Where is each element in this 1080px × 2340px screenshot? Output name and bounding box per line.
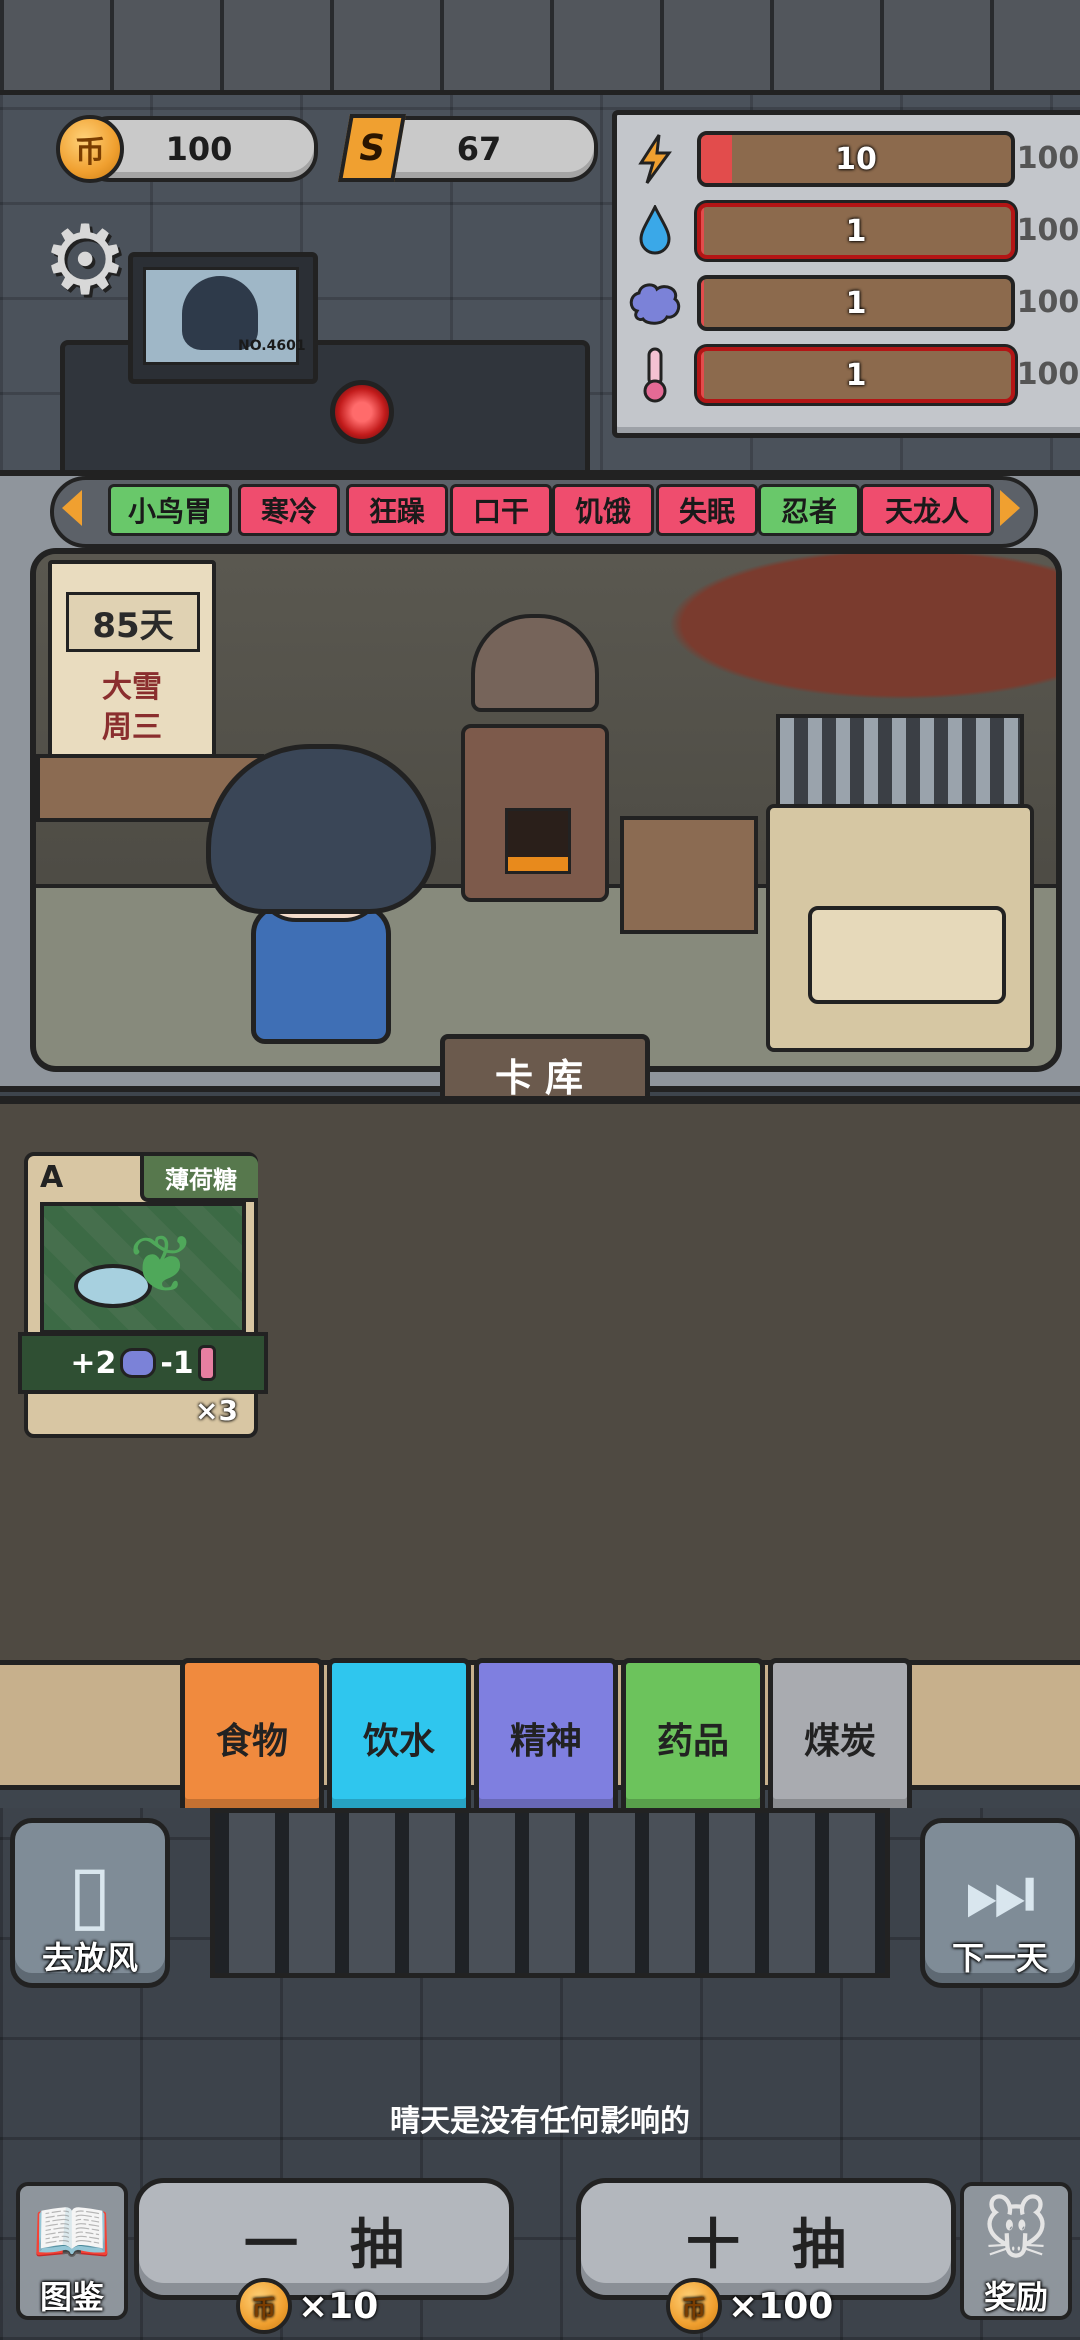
status-tag[interactable]: 失眠 <box>656 484 758 536</box>
category-food-tab[interactable]: 食物 <box>180 1658 324 1818</box>
go-out-label: 去放风 <box>41 1939 138 1977</box>
stove-body <box>461 724 609 902</box>
mind-bar: 1 <box>697 275 1015 331</box>
character-hair <box>206 744 436 914</box>
category-mind-tab[interactable]: 精神 <box>474 1658 618 1818</box>
coin-icon: 币 <box>236 2278 292 2334</box>
mint-leaf-icon: ❦ <box>128 1217 196 1311</box>
category-medicine-tab[interactable]: 药品 <box>621 1658 765 1818</box>
water-bar: 1 <box>697 203 1015 259</box>
effect-plus: +2 <box>70 1345 117 1381</box>
energy-bar: 10 <box>697 131 1015 187</box>
temperature-max: 100 <box>1016 356 1080 392</box>
card-item[interactable]: A 薄荷糖 ❦ +2 -1 ×3 <box>18 1152 268 1438</box>
energy-max: 100 <box>1016 140 1080 176</box>
thermometer-icon <box>197 1345 216 1381</box>
day-count: 85天 <box>66 592 200 652</box>
pillow <box>808 906 1006 1004</box>
stat-energy: 10 100 <box>627 127 1080 189</box>
mouse-icon: 🐭 <box>982 2195 1050 2269</box>
weather-label: 大雪 <box>102 670 162 705</box>
draw-one-cost-value: ×10 <box>298 2285 379 2327</box>
settings-gear-icon[interactable]: ⚙ <box>40 204 130 316</box>
temperature-value: 1 <box>845 357 867 393</box>
weather-hint: 晴天是没有任何影响的 <box>390 2104 690 2139</box>
water-max: 100 <box>1016 212 1080 248</box>
status-tag[interactable]: 天龙人 <box>860 484 994 536</box>
card-rank: A <box>40 1160 64 1195</box>
reward-button[interactable]: 🐭 奖励 <box>960 2182 1072 2320</box>
card-name: 薄荷糖 <box>140 1156 258 1202</box>
mind-value: 1 <box>845 285 867 321</box>
stat-mind: 1 100 <box>627 271 1080 333</box>
prisoner-character[interactable] <box>206 744 436 1044</box>
character-body <box>251 904 391 1044</box>
monitor: NO.4601 <box>128 252 318 384</box>
coin-icon: 币 <box>56 115 124 183</box>
stats-panel: 10 100 1 100 1 100 1 100 <box>612 110 1080 438</box>
stat-water: 1 100 <box>627 199 1080 261</box>
card-count: ×3 <box>195 1394 238 1427</box>
next-day-button[interactable]: ⏭ 下一天 <box>920 1818 1080 1988</box>
stove[interactable] <box>461 614 609 902</box>
next-day-label: 下一天 <box>951 1939 1048 1977</box>
draw-ten-cost: 币 ×100 <box>666 2278 833 2334</box>
status-tag[interactable]: 狂躁 <box>346 484 448 536</box>
status-tag[interactable]: 口干 <box>450 484 552 536</box>
water-drop-icon <box>627 203 683 259</box>
book-icon: 📖 <box>32 2195 112 2270</box>
stool <box>620 816 758 934</box>
calendar: 85天 大雪 周三 <box>48 560 216 758</box>
ticket-icon-glyph: S <box>355 127 389 169</box>
prisoner-id: NO.4601 <box>238 338 306 354</box>
reward-label: 奖励 <box>983 2278 1048 2316</box>
status-tag[interactable]: 忍者 <box>758 484 860 536</box>
draw-ten-cost-value: ×100 <box>728 2285 834 2327</box>
handbook-label: 图鉴 <box>39 2278 104 2316</box>
go-out-button[interactable]: ▯ 去放风 <box>10 1818 170 1988</box>
status-tag[interactable]: 小鸟胃 <box>108 484 232 536</box>
floor-grate <box>210 1808 890 1978</box>
handbook-button[interactable]: 📖 图鉴 <box>16 2182 128 2320</box>
ticket-icon: S <box>338 114 406 182</box>
coin-icon-glyph: 币 <box>75 135 105 170</box>
mind-max: 100 <box>1016 284 1080 320</box>
cell-room-scene: 85天 大雪 周三 <box>30 548 1062 1072</box>
brain-icon <box>120 1348 157 1378</box>
brain-icon <box>627 275 683 331</box>
energy-value: 10 <box>835 141 877 177</box>
stove-fire <box>505 808 571 874</box>
tags-right-arrow-icon[interactable] <box>1000 490 1020 526</box>
status-tag[interactable]: 饥饿 <box>552 484 654 536</box>
ceiling-planks <box>0 0 1080 95</box>
card-effect: +2 -1 <box>18 1332 268 1394</box>
temperature-bar: 1 <box>697 347 1015 403</box>
stove-lid <box>471 614 599 712</box>
stat-temperature: 1 100 <box>627 343 1080 405</box>
status-tag[interactable]: 寒冷 <box>238 484 340 536</box>
weekday-label: 周三 <box>102 710 162 745</box>
tags-left-arrow-icon[interactable] <box>62 490 82 526</box>
category-water-tab[interactable]: 饮水 <box>327 1658 471 1818</box>
category-coal-tab[interactable]: 煤炭 <box>768 1658 912 1818</box>
card-artwork: ❦ <box>40 1202 246 1334</box>
thermometer-icon <box>627 347 683 403</box>
effect-minus: -1 <box>160 1345 194 1381</box>
skip-forward-icon: ⏭ <box>964 1846 1036 1939</box>
draw-one-cost: 币 ×10 <box>236 2278 378 2334</box>
door-icon: ▯ <box>67 1846 113 1940</box>
coin-amount: 100 <box>165 130 233 168</box>
energy-icon <box>627 131 683 187</box>
water-value: 1 <box>845 213 867 249</box>
alarm-light <box>330 380 394 444</box>
ticket-amount: 67 <box>456 130 502 168</box>
coin-icon: 币 <box>666 2278 722 2334</box>
monitor-screen: NO.4601 <box>143 267 306 365</box>
